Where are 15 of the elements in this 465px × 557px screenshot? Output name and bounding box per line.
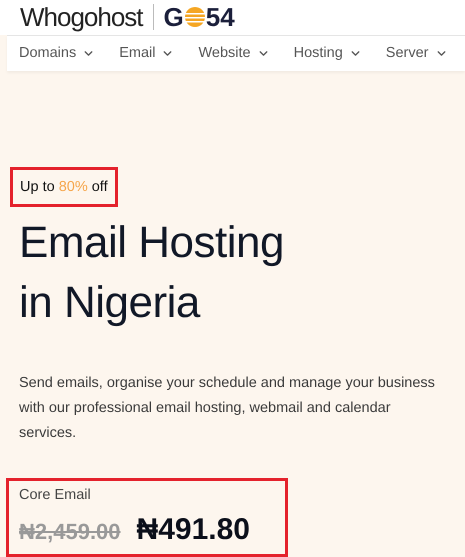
- price: ₦491.80: [136, 512, 250, 548]
- nav-menu-item[interactable]: Hosting: [294, 42, 362, 64]
- hero-description: Send emails, organise your schedule and manage your business with our professional email hosting, webmail and calendar services.: [19, 374, 436, 444]
- hero-title: Email Hosting in Nigeria: [19, 217, 285, 330]
- nav-menu-item[interactable]: Email: [119, 42, 174, 64]
- partner-logo-text: G: [164, 4, 184, 30]
- nav-menu-item[interactable]: Domains: [19, 42, 96, 64]
- old-price: ₦2,459.00: [19, 518, 121, 546]
- nav-menu-item[interactable]: Server: [386, 42, 448, 64]
- plan-name: Core Email: [19, 486, 92, 506]
- partner-logo-text: 54: [206, 4, 235, 30]
- brand-logo[interactable]: Whogohost: [20, 4, 143, 30]
- nav-menu-item[interactable]: Website: [198, 42, 270, 64]
- sun-icon: [184, 6, 206, 28]
- discount-text: Up to 80% off: [20, 179, 108, 196]
